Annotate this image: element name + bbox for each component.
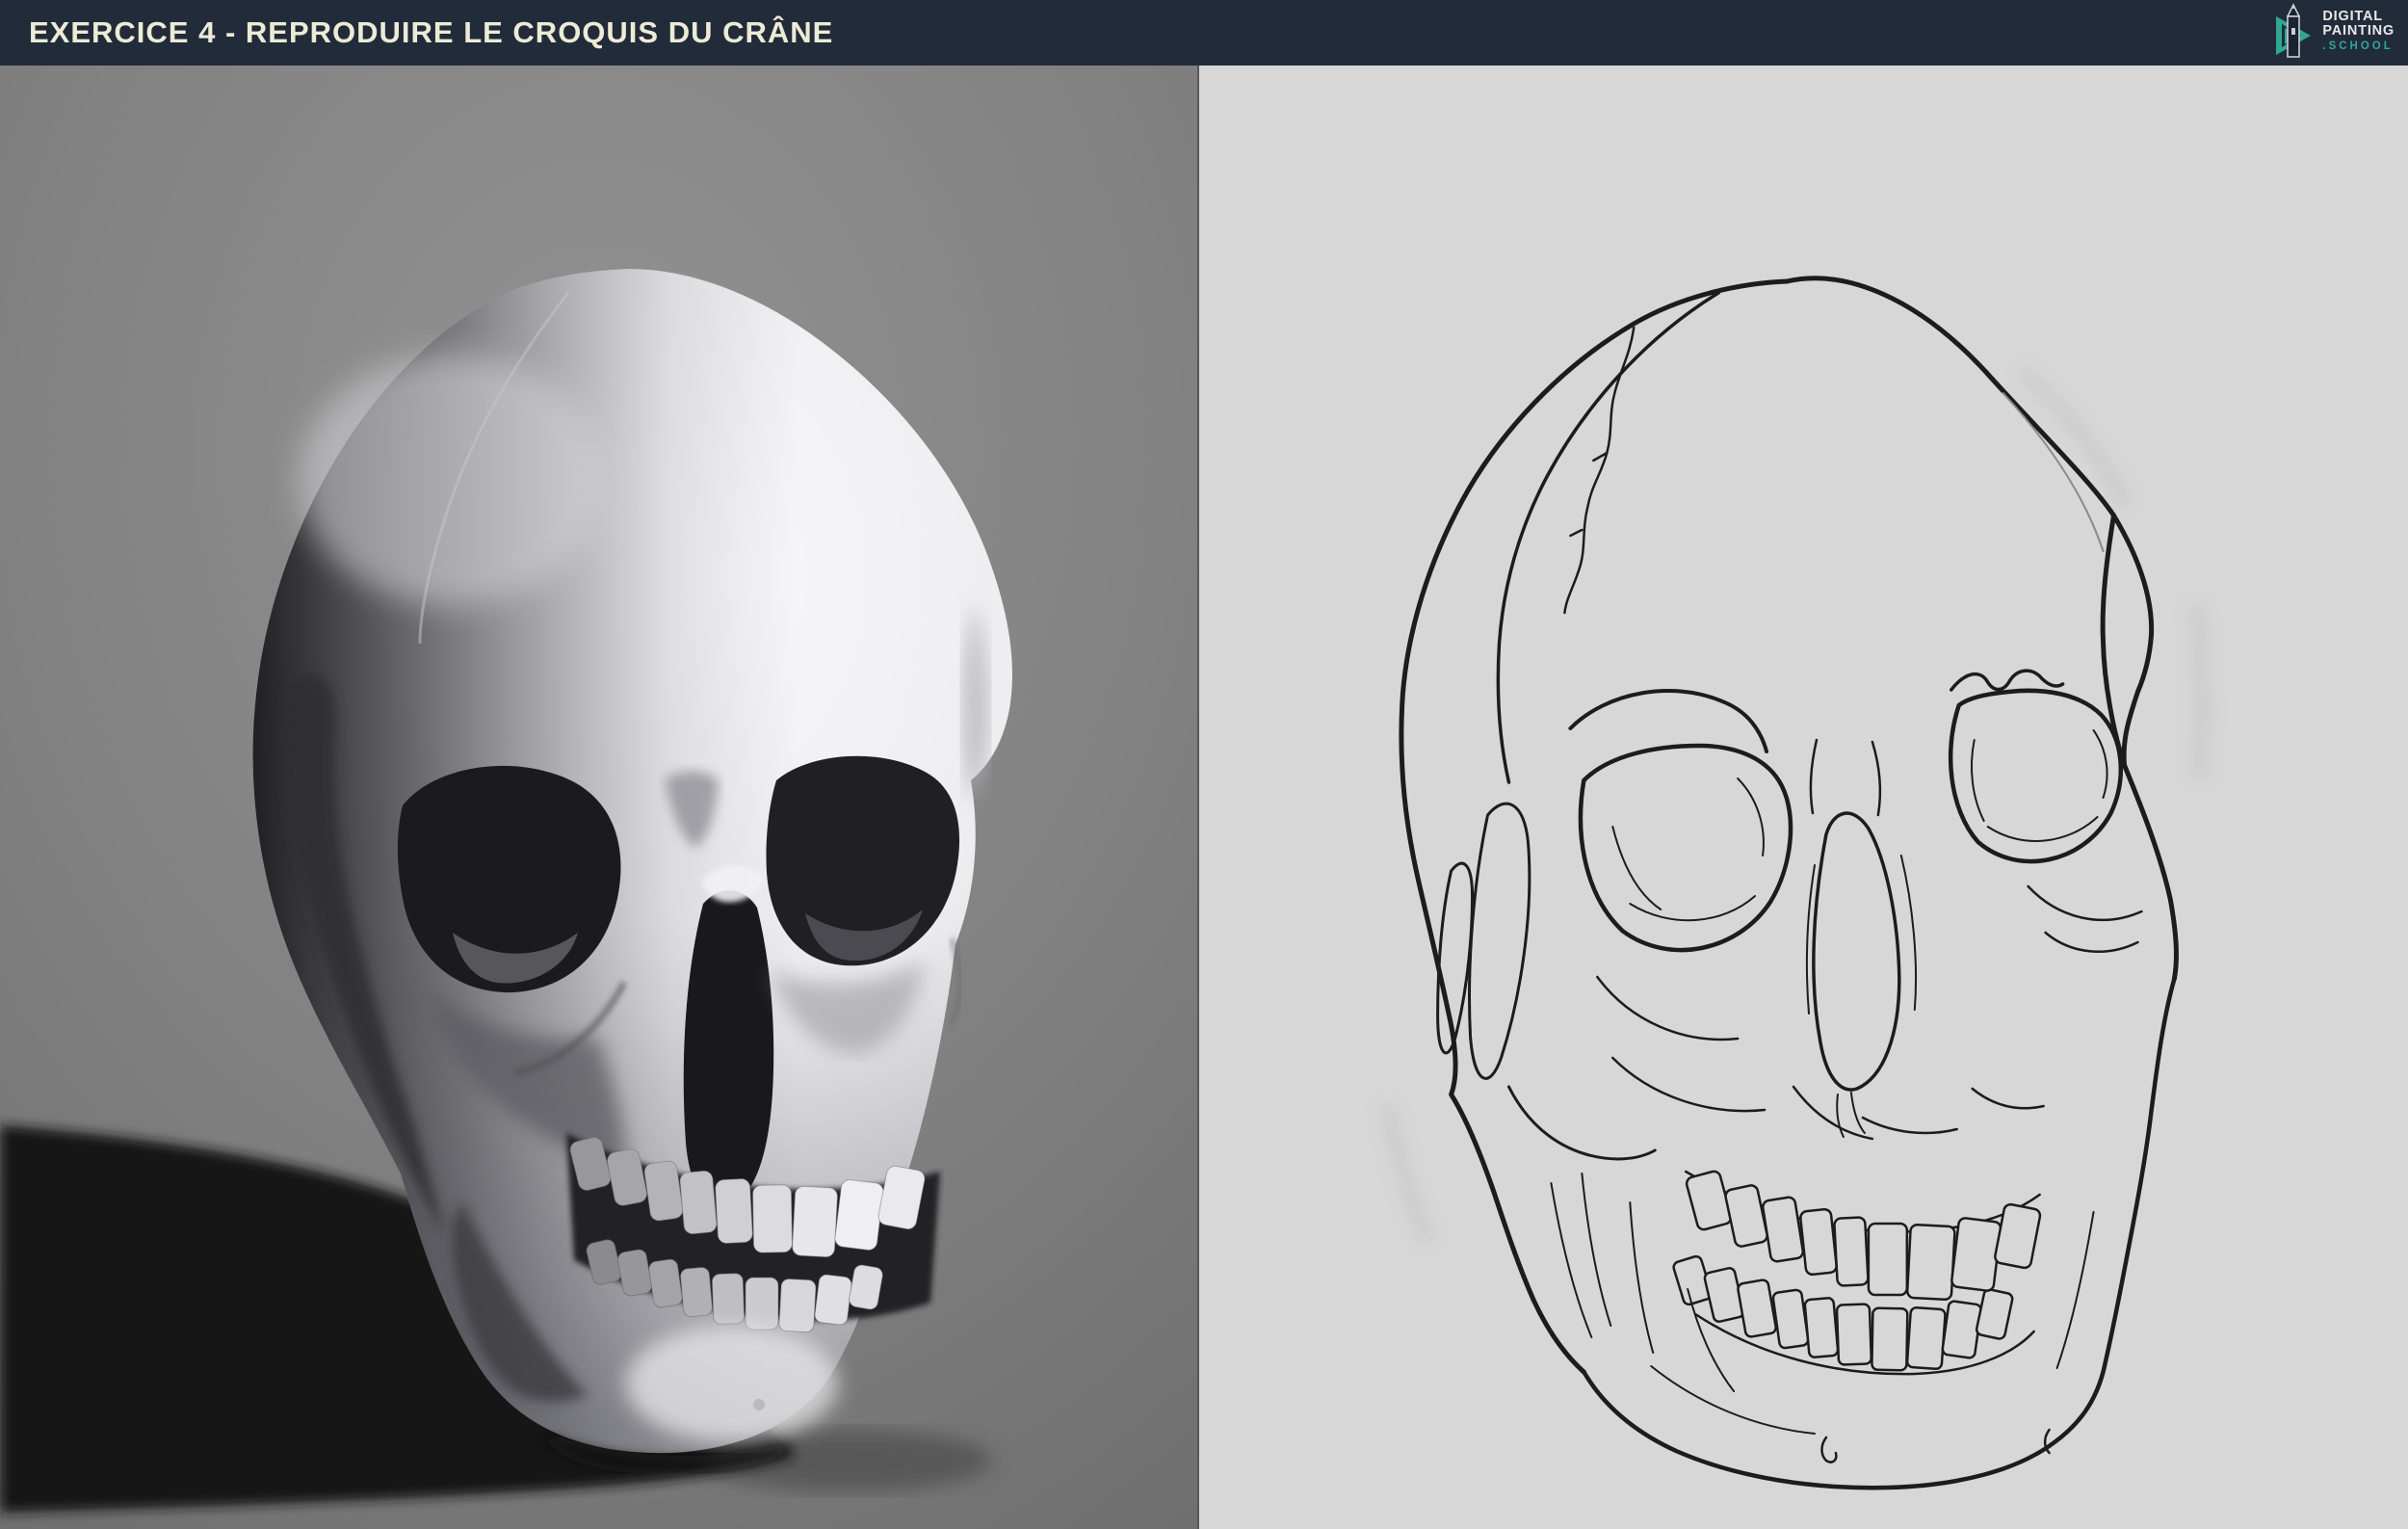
logo-line-digital: DIGITAL xyxy=(2322,10,2395,24)
content-panels xyxy=(0,66,2408,1529)
skull-sketch-panel xyxy=(1197,66,2408,1529)
pencil-play-icon xyxy=(2272,3,2316,61)
skull-3d-render xyxy=(0,66,1197,1529)
brand-logo: DIGITAL PAINTING .SCHOOL xyxy=(2272,3,2395,61)
logo-line-painting: PAINTING xyxy=(2322,24,2395,39)
chin-highlight xyxy=(626,1326,838,1441)
brand-logo-text: DIGITAL PAINTING .SCHOOL xyxy=(2322,10,2395,54)
header-bar: EXERCICE 4 - REPRODUIRE LE CROQUIS DU CR… xyxy=(0,0,2408,66)
chin-dimple xyxy=(753,1399,765,1410)
skull-line-art xyxy=(1199,66,2408,1529)
exercise-slide: EXERCICE 4 - REPRODUIRE LE CROQUIS DU CR… xyxy=(0,0,2408,1529)
dome-midtone xyxy=(299,355,607,605)
skull-3d-render-panel xyxy=(0,66,1197,1529)
logo-line-school: .SCHOOL xyxy=(2322,40,2395,54)
page-title: EXERCICE 4 - REPRODUIRE LE CROQUIS DU CR… xyxy=(0,15,833,50)
nasal-aperture xyxy=(684,890,773,1207)
